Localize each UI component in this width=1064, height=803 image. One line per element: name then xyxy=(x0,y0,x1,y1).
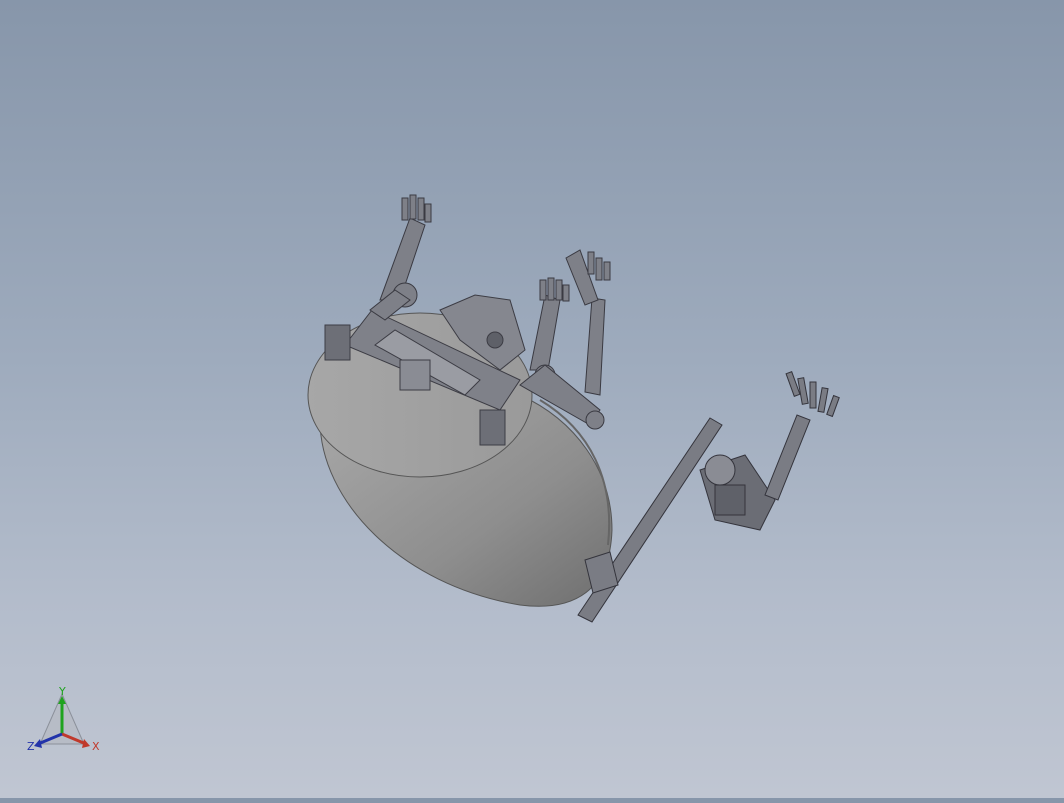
servo-block[interactable] xyxy=(699,454,776,531)
lower-hand[interactable] xyxy=(785,371,840,418)
triad-graphic: Y X Z xyxy=(27,685,100,753)
middle-hand[interactable] xyxy=(539,277,570,302)
axis-triad: Y X Z xyxy=(26,684,106,756)
z-arrow-icon xyxy=(34,739,42,748)
cad-3d-viewport[interactable] xyxy=(0,0,1064,798)
rear-arm[interactable] xyxy=(565,249,611,396)
z-axis-label: Z xyxy=(27,740,35,753)
left-arm[interactable] xyxy=(369,194,432,321)
x-axis-label: X xyxy=(92,740,100,753)
x-arrow-icon xyxy=(82,739,90,748)
rear-hand[interactable] xyxy=(565,249,611,306)
left-hand[interactable] xyxy=(401,194,432,223)
y-axis-label: Y xyxy=(58,685,66,698)
lower-arm[interactable] xyxy=(577,371,840,623)
assembly-model[interactable] xyxy=(0,0,1064,798)
